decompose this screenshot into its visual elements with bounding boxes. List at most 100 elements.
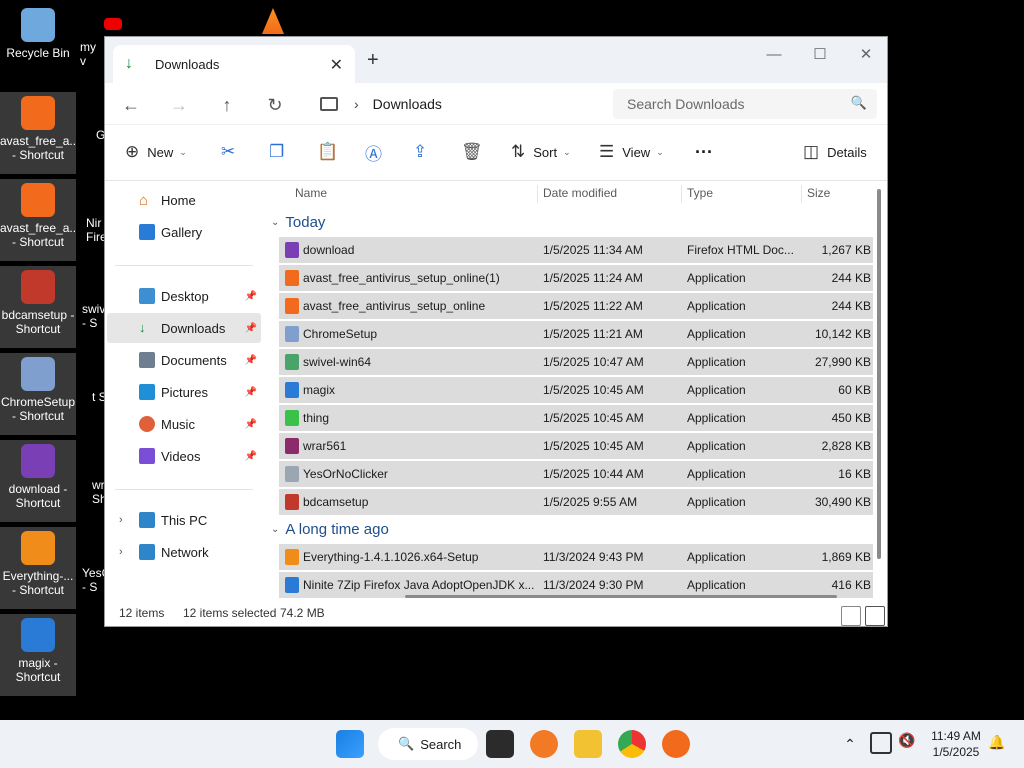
file-size: 2,828 KB: [821, 439, 871, 453]
desktop-icon[interactable]: Recycle Bin: [0, 4, 76, 86]
file-row[interactable]: avast_free_antivirus_setup_online(1) 1/5/…: [279, 265, 873, 291]
monitor-icon[interactable]: [870, 732, 892, 754]
horizontal-scrollbar[interactable]: [405, 595, 837, 598]
desktop-icon[interactable]: magix - Shortcut: [0, 614, 76, 696]
file-row[interactable]: thing 1/5/2025 10:45 AM Application 450 KB: [279, 405, 873, 431]
chevron-down-icon: ⌄: [563, 146, 571, 157]
desktop-icon-label-partial: my v: [80, 40, 96, 68]
file-row[interactable]: magix 1/5/2025 10:45 AM Application 60 KB: [279, 377, 873, 403]
clock[interactable]: 11:49 AM 1/5/2025: [924, 728, 988, 760]
new-tab-button[interactable]: +: [367, 49, 379, 72]
file-row[interactable]: swivel-win64 1/5/2025 10:47 AM Application…: [279, 349, 873, 375]
maximize-button[interactable]: ☐: [797, 41, 843, 71]
start-button[interactable]: [336, 730, 364, 758]
cut-button[interactable]: ✂: [221, 137, 243, 167]
share-button[interactable]: ⇪: [413, 137, 435, 167]
shortcut-icon: [21, 357, 55, 391]
clock-date: 1/5/2025: [932, 745, 980, 759]
details-button[interactable]: ◫ Details: [803, 137, 867, 167]
column-type[interactable]: Type: [687, 181, 713, 205]
file-date: 1/5/2025 11:22 AM: [543, 299, 643, 313]
notification-bell-icon[interactable]: 🔔: [988, 734, 1006, 754]
file-row[interactable]: bdcamsetup 1/5/2025 9:55 AM Application 30,…: [279, 489, 873, 515]
tiles-view-button[interactable]: [865, 606, 885, 626]
column-size[interactable]: Size: [807, 181, 830, 205]
vlc-icon[interactable]: [262, 8, 284, 34]
new-label: New: [147, 144, 174, 160]
firefox-icon[interactable]: [530, 730, 558, 758]
minimize-button[interactable]: —: [751, 41, 797, 71]
group-today[interactable]: ⌄ Today: [269, 211, 325, 233]
speaker-mute-icon[interactable]: 🔇: [898, 732, 916, 754]
sort-button[interactable]: ⇅ Sort ⌄: [511, 137, 571, 167]
nav-this-pc[interactable]: › This PC: [107, 505, 261, 535]
nav-network[interactable]: › Network: [107, 537, 261, 567]
nav-documents[interactable]: Documents 📌: [107, 345, 261, 375]
column-date-modified[interactable]: Date modified: [543, 181, 617, 205]
chevron-right-icon[interactable]: ›: [119, 514, 123, 526]
documents-icon: [139, 352, 155, 368]
desktop-icon[interactable]: avast_free_a... - Shortcut: [0, 92, 76, 174]
nav-pictures-label: Pictures: [161, 384, 208, 400]
close-window-button[interactable]: ✕: [843, 41, 889, 71]
file-name: YesOrNoClicker: [303, 467, 388, 481]
desktop-icon[interactable]: avast_free_a... - Shortcut: [0, 179, 76, 261]
file-icon: [285, 577, 299, 593]
file-explorer-icon[interactable]: [574, 730, 602, 758]
file-row[interactable]: ChromeSetup 1/5/2025 11:21 AM Application 1…: [279, 321, 873, 347]
column-name[interactable]: Name: [295, 181, 327, 205]
taskbar-search[interactable]: 🔍 Search: [378, 728, 478, 760]
shortcut-icon: [21, 8, 55, 42]
nav-downloads[interactable]: ↓ Downloads 📌: [107, 313, 261, 343]
file-row[interactable]: wrar561 1/5/2025 10:45 AM Application 2,828…: [279, 433, 873, 459]
chevron-up-icon[interactable]: ⌃: [838, 732, 862, 756]
youtube-icon[interactable]: [104, 18, 122, 30]
nav-music[interactable]: Music 📌: [107, 409, 261, 439]
file-row[interactable]: Everything-1.4.1.1026.x64-Setup 11/3/2024…: [279, 544, 873, 570]
desktop-icon[interactable]: download - Shortcut: [0, 440, 76, 522]
desktop-icon-label: bdcamsetup - Shortcut: [1, 308, 75, 336]
file-row[interactable]: YesOrNoClicker 1/5/2025 10:44 AM Applicati…: [279, 461, 873, 487]
search-input[interactable]: Search Downloads 🔍: [613, 89, 877, 119]
chevron-right-icon[interactable]: ›: [119, 546, 123, 558]
details-view-button[interactable]: [841, 606, 861, 626]
nav-desktop[interactable]: Desktop 📌: [107, 281, 261, 311]
copy-button[interactable]: ❐: [269, 137, 292, 167]
refresh-button[interactable]: ↻: [261, 91, 289, 119]
delete-button[interactable]: 🗑: [461, 137, 491, 167]
chrome-icon[interactable]: [618, 730, 646, 758]
nav-gallery[interactable]: Gallery: [107, 217, 261, 247]
file-row[interactable]: avast_free_antivirus_setup_online 1/5/202…: [279, 293, 873, 319]
nav-home[interactable]: ⌂ Home: [107, 185, 261, 215]
tab-downloads[interactable]: ↓ Downloads ✕: [113, 45, 355, 83]
taskbar: 🔍 Search ⌃ 🔇 11:49 AM 1/5/2025 🔔: [0, 720, 1024, 768]
column-divider[interactable]: [681, 185, 682, 203]
desktop-icon[interactable]: Everything-... - Shortcut: [0, 527, 76, 609]
view-button[interactable]: ☰ View ⌄: [599, 137, 664, 167]
up-button[interactable]: ↑: [213, 91, 241, 119]
nav-pictures[interactable]: Pictures 📌: [107, 377, 261, 407]
file-row[interactable]: download 1/5/2025 11:34 AM Firefox HTML Do…: [279, 237, 873, 263]
breadcrumb-downloads[interactable]: Downloads: [373, 96, 442, 112]
group-long-ago[interactable]: ⌄ A long time ago: [269, 518, 389, 540]
close-tab-icon[interactable]: ✕: [330, 55, 343, 75]
shortcut-icon: [21, 618, 55, 652]
column-divider[interactable]: [537, 185, 538, 203]
avast-icon[interactable]: [662, 730, 690, 758]
breadcrumb[interactable]: › Downloads: [317, 90, 607, 118]
file-icon: [285, 270, 299, 286]
more-options-button[interactable]: ···: [695, 137, 713, 167]
desktop-icon[interactable]: bdcamsetup - Shortcut: [0, 266, 76, 348]
vertical-scrollbar[interactable]: [877, 189, 881, 559]
nav-videos[interactable]: Videos 📌: [107, 441, 261, 471]
rename-button[interactable]: Ⓐ: [365, 137, 390, 167]
forward-button[interactable]: →: [165, 91, 193, 119]
column-divider[interactable]: [801, 185, 802, 203]
file-name: wrar561: [303, 439, 347, 453]
new-button[interactable]: ⊕ New ⌄: [125, 137, 187, 167]
desktop-icon[interactable]: ChromeSetup - Shortcut: [0, 353, 76, 435]
nav-network-label: Network: [161, 544, 209, 560]
task-view-icon[interactable]: [486, 730, 514, 758]
paste-button[interactable]: 📋: [317, 137, 346, 167]
back-button[interactable]: ←: [117, 91, 145, 119]
